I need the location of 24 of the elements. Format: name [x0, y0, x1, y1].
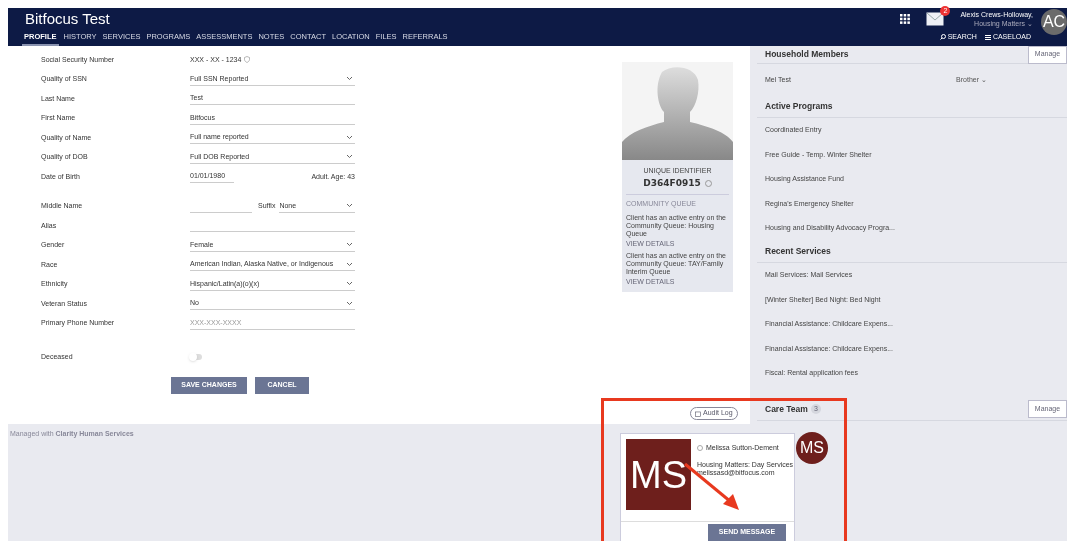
member-initials-tile: MS	[626, 439, 691, 510]
select-checkbox[interactable]	[697, 445, 703, 452]
section-heading: Recent Services	[765, 245, 831, 258]
chevron-down-icon	[346, 281, 353, 287]
toggle-switch[interactable]	[190, 353, 202, 360]
section-heading: Care Team	[765, 403, 808, 416]
mail-icon[interactable]	[926, 12, 945, 26]
section-heading: Active Programs	[765, 100, 833, 113]
client-name-title: Bitfocus Test	[24, 9, 111, 29]
chevron-down-icon	[346, 261, 353, 267]
unique-identifier: D364F0915	[643, 176, 701, 190]
chevron-down-icon	[346, 154, 353, 160]
menu-icon	[984, 34, 991, 40]
section-heading: Household Members	[765, 48, 849, 61]
chevron-down-icon	[346, 242, 353, 248]
chevron-down-icon	[346, 203, 353, 209]
chevron-down-icon	[346, 300, 353, 306]
chevron-down-icon	[346, 134, 353, 140]
search-icon	[939, 34, 946, 41]
apps-grid-icon[interactable]	[900, 14, 911, 24]
user-avatar[interactable]: AC	[1041, 9, 1067, 35]
calendar-icon	[695, 410, 701, 417]
chevron-down-icon	[346, 76, 353, 82]
shield-icon[interactable]	[244, 56, 251, 64]
